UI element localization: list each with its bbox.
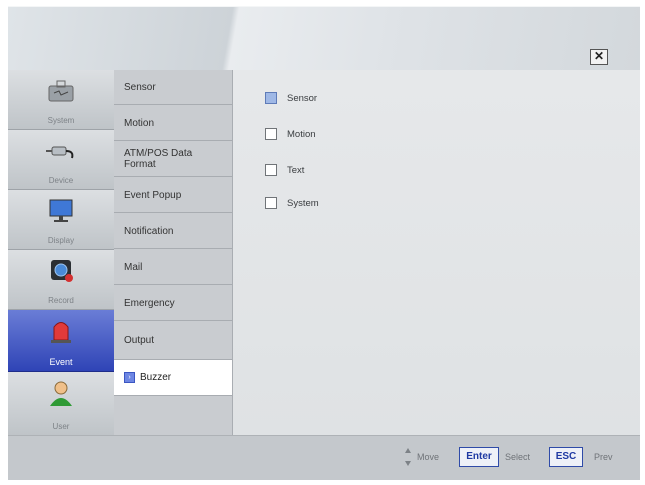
submenu-item-label: Buzzer bbox=[140, 372, 172, 383]
title-bar: ✕ bbox=[8, 6, 640, 71]
submenu-item-label: Notification bbox=[124, 225, 174, 237]
category-nav: System Device Display Record Event User bbox=[8, 70, 114, 436]
submenu-item-motion[interactable]: Motion bbox=[114, 106, 232, 141]
submenu-item-emergency[interactable]: Emergency bbox=[114, 286, 232, 321]
camera-record-icon bbox=[51, 260, 73, 282]
toolbox-icon bbox=[48, 80, 74, 102]
nav-item-label: Event bbox=[49, 357, 73, 367]
buzzer-settings-panel: Sensor Motion Text System bbox=[233, 70, 640, 435]
option-label: Motion bbox=[287, 128, 316, 140]
option-label: System bbox=[287, 197, 319, 209]
option-motion[interactable]: Motion bbox=[265, 128, 316, 140]
up-down-arrows-icon bbox=[405, 448, 411, 466]
nav-item-display[interactable]: Display bbox=[8, 190, 114, 250]
esc-key[interactable]: ESC bbox=[549, 447, 583, 467]
alarm-light-icon bbox=[51, 322, 71, 343]
nav-item-label: System bbox=[47, 116, 75, 125]
select-hint: Select bbox=[505, 452, 531, 462]
dvr-setup-window: ✕ System Device Display Record Event Use… bbox=[0, 0, 645, 485]
submenu-item-sensor[interactable]: Sensor bbox=[114, 70, 232, 105]
monitor-icon bbox=[49, 199, 73, 222]
nav-item-system[interactable]: System bbox=[8, 70, 114, 130]
move-hint: Move bbox=[417, 452, 440, 462]
submenu-item-label: Emergency bbox=[124, 297, 175, 309]
footer-hints: Move Enter Select ESC Prev bbox=[8, 435, 640, 480]
nav-item-label: Device bbox=[48, 176, 74, 185]
checkbox[interactable] bbox=[265, 197, 277, 209]
nav-item-label: Record bbox=[48, 296, 74, 305]
submenu-item-atm-pos[interactable]: ATM/POS Data Format bbox=[114, 142, 232, 177]
user-icon bbox=[50, 381, 72, 406]
option-label: Sensor bbox=[287, 92, 318, 104]
option-text[interactable]: Text bbox=[265, 164, 304, 176]
submenu-item-mail[interactable]: Mail bbox=[114, 250, 232, 285]
selected-arrow-icon: › bbox=[124, 372, 135, 383]
option-system[interactable]: System bbox=[265, 197, 319, 209]
submenu-item-label: Motion bbox=[124, 117, 155, 129]
checkbox[interactable] bbox=[265, 164, 277, 176]
submenu-item-event-popup[interactable]: Event Popup bbox=[114, 178, 232, 213]
submenu-item-output[interactable]: Output bbox=[114, 322, 232, 360]
nav-item-device[interactable]: Device bbox=[8, 130, 114, 190]
submenu-item-label: Event Popup bbox=[124, 189, 182, 201]
enter-key[interactable]: Enter bbox=[459, 447, 499, 467]
nav-item-user[interactable]: User bbox=[8, 372, 114, 436]
close-button[interactable]: ✕ bbox=[590, 49, 608, 65]
nav-item-label: User bbox=[52, 422, 70, 431]
submenu-item-label: Output bbox=[124, 335, 155, 346]
nav-item-event[interactable]: Event bbox=[8, 310, 114, 372]
submenu-item-label: Sensor bbox=[124, 81, 156, 93]
submenu-item-label: ATM/POS Data Format bbox=[124, 148, 193, 170]
submenu-item-buzzer[interactable]: › Buzzer bbox=[114, 360, 232, 396]
nav-item-label: Display bbox=[47, 236, 75, 245]
nav-item-record[interactable]: Record bbox=[8, 250, 114, 310]
plug-icon bbox=[46, 146, 74, 159]
option-sensor[interactable]: Sensor bbox=[265, 92, 317, 104]
main-area: System Device Display Record Event User … bbox=[8, 70, 640, 436]
prev-hint: Prev bbox=[594, 452, 613, 462]
checkbox[interactable] bbox=[265, 128, 277, 140]
option-label: Text bbox=[287, 164, 305, 176]
submenu-item-label: Mail bbox=[124, 261, 143, 273]
checkbox[interactable] bbox=[265, 92, 277, 104]
event-submenu: Sensor Motion ATM/POS Data Format Event … bbox=[114, 70, 233, 435]
submenu-item-notification[interactable]: Notification bbox=[114, 214, 232, 249]
